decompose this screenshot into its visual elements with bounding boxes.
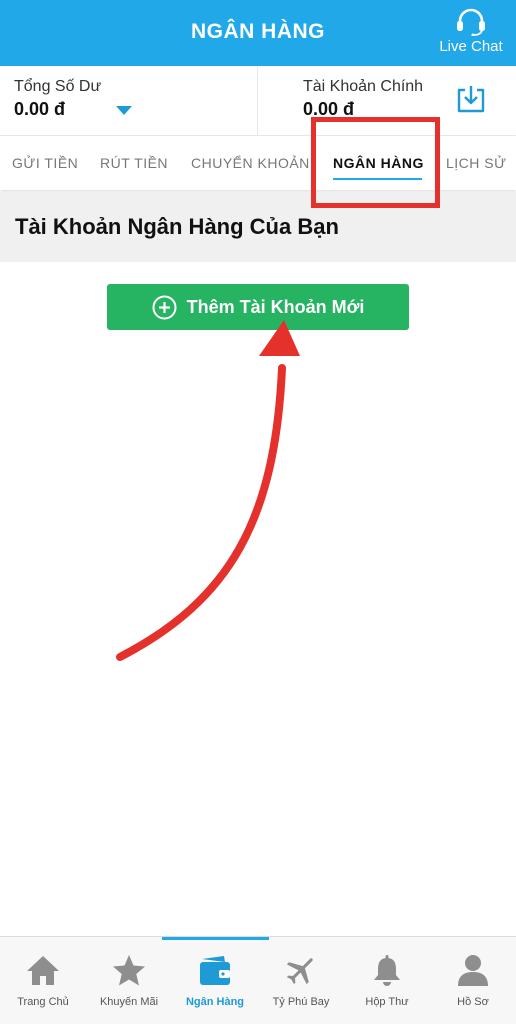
user-icon: [458, 955, 488, 986]
total-balance-value: 0.00 đ: [14, 99, 66, 119]
caret-down-icon[interactable]: [116, 106, 132, 115]
nav-flying-billionaire-label: Tỷ Phú Bay: [272, 996, 330, 1008]
nav-inbox[interactable]: Hộp Thư: [344, 953, 430, 1008]
add-account-label: Thêm Tài Khoản Mới: [186, 296, 365, 317]
tab-history[interactable]: LỊCH SỬ: [446, 155, 507, 171]
tab-deposit[interactable]: GỬI TIỀN: [12, 155, 78, 171]
live-chat-label: Live Chat: [439, 38, 503, 55]
download-icon[interactable]: [454, 82, 488, 116]
nav-active-indicator: [162, 937, 269, 940]
annotation-highlight-box: [311, 117, 440, 208]
nav-flying-billionaire[interactable]: Tỷ Phú Bay: [258, 953, 344, 1008]
live-chat-button[interactable]: Live Chat: [432, 8, 510, 60]
main-account: Tài Khoản Chính 0.00 đ: [303, 78, 423, 120]
add-account-button[interactable]: Thêm Tài Khoản Mới: [107, 284, 409, 330]
star-icon: [113, 955, 145, 986]
total-balance-label: Tổng Số Dư: [14, 78, 102, 95]
main-account-label: Tài Khoản Chính: [303, 78, 424, 95]
nav-promotions-label: Khuyến Mãi: [99, 996, 159, 1008]
nav-home-label: Trang Chủ: [17, 996, 69, 1008]
home-icon: [27, 956, 59, 985]
nav-promotions[interactable]: Khuyến Mãi: [86, 953, 172, 1008]
wallet-icon: [200, 956, 230, 985]
nav-home[interactable]: Trang Chủ: [0, 953, 86, 1008]
nav-profile[interactable]: Hồ Sơ: [430, 953, 516, 1008]
section-title: Tài Khoản Ngân Hàng Của Bạn: [15, 214, 339, 239]
balance-divider: [257, 66, 258, 136]
top-bar: NGÂN HÀNG Live Chat: [0, 0, 516, 66]
tab-transfer[interactable]: CHUYỂN KHOẢN: [191, 155, 310, 171]
bell-icon: [374, 955, 400, 986]
plane-icon: [286, 958, 313, 985]
tab-withdraw[interactable]: RÚT TIỀN: [100, 155, 168, 171]
bottom-nav: Trang Chủ Khuyến Mãi Ngân Hàng Tỷ Phú Ba…: [0, 936, 516, 1024]
total-balance[interactable]: Tổng Số Dư 0.00 đ: [14, 78, 101, 120]
headset-icon: [457, 8, 485, 36]
nav-bank[interactable]: Ngân Hàng: [172, 953, 258, 1008]
plus-circle-icon: [152, 295, 177, 319]
nav-profile-label: Hồ Sơ: [457, 996, 489, 1008]
nav-bank-label: Ngân Hàng: [185, 996, 245, 1008]
nav-inbox-label: Hộp Thư: [365, 996, 409, 1008]
